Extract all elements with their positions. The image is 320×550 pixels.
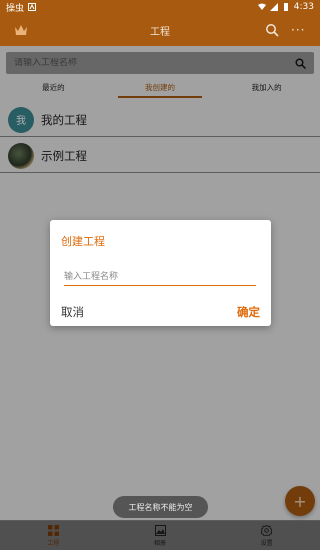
signal-icon [269,3,278,11]
cancel-button[interactable]: 取消 [61,304,84,320]
battery-icon [283,3,288,11]
status-time: 4:33 [293,2,314,12]
app-bar: 工程 ··· [0,14,320,46]
toast-message: 工程名称不能为空 [113,496,208,518]
status-left-text: 操虫 [6,3,25,14]
more-icon[interactable]: ··· [291,24,305,36]
dialog-title: 创建工程 [61,235,105,248]
create-project-dialog: 创建工程 取消 确定 [50,220,271,326]
status-bar: 操虫 4:33 [0,0,320,14]
search-icon[interactable] [265,23,279,37]
confirm-button[interactable]: 确定 [237,304,260,320]
app-notification-icon [28,3,37,11]
wifi-icon [257,3,266,10]
project-name-input[interactable] [64,268,256,286]
